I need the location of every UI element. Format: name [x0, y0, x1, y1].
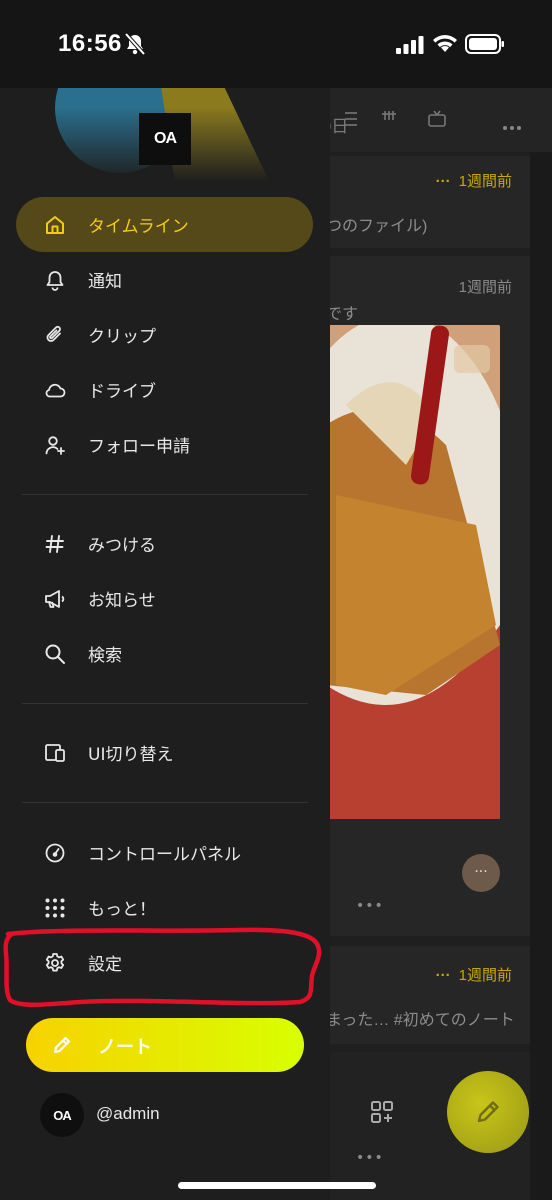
nav-item-label: 通知 — [88, 272, 122, 292]
divider — [22, 494, 308, 495]
note-time: ··· 1週間前 — [435, 967, 512, 984]
divider — [22, 703, 308, 704]
nav-item-label: 設定 — [88, 955, 122, 975]
account-username: @admin — [96, 1104, 160, 1123]
home-icon — [43, 213, 67, 237]
nav-item-search[interactable]: 検索 — [16, 626, 313, 681]
nav-item-label: タイムライン — [88, 217, 189, 237]
megaphone-icon — [43, 587, 67, 611]
navigation-drawer: OA タイムライン 通知 クリップ ドライブ フォロー申請 みつける お知らせ … — [0, 88, 330, 1200]
note-text: です — [326, 306, 359, 323]
nav-item-control-panel[interactable]: コントロールパネル — [16, 825, 313, 880]
nav-item-notifications[interactable]: 通知 — [16, 252, 313, 307]
nav-item-clips[interactable]: クリップ — [16, 307, 313, 362]
note-text: つのファイル) — [326, 218, 428, 235]
note-button-label: ノート — [98, 1037, 152, 1058]
hash-icon — [43, 532, 67, 556]
devices-icon — [43, 741, 67, 765]
grid-dots-icon — [43, 896, 67, 920]
nav-item-label: お知らせ — [88, 591, 156, 611]
list-icon[interactable] — [340, 110, 358, 132]
signal-icon — [396, 36, 424, 58]
tv-icon[interactable] — [428, 110, 446, 132]
search-icon — [43, 642, 67, 666]
battery-icon — [465, 34, 505, 58]
gauge-icon — [43, 841, 67, 865]
nav-item-announcements[interactable]: お知らせ — [16, 571, 313, 626]
divider — [22, 802, 308, 803]
pencil-icon — [53, 1036, 71, 1054]
bell-off-icon — [124, 32, 146, 60]
home-indicator[interactable] — [178, 1182, 376, 1189]
grid-plus-icon[interactable] — [370, 1100, 394, 1128]
note-time: 1週間前 — [458, 279, 512, 296]
nav-item-ui-switch[interactable]: UI切り替え — [16, 725, 313, 780]
nav-item-timeline[interactable]: タイムライン — [16, 197, 313, 252]
compose-fab[interactable] — [447, 1071, 529, 1153]
status-bar: 16:56 — [0, 0, 552, 88]
nav-item-more[interactable]: もっと！ — [16, 880, 313, 935]
antenna-icon[interactable] — [380, 110, 398, 132]
nav-item-settings[interactable]: 設定 — [16, 935, 313, 990]
bell-icon — [43, 268, 67, 292]
paperclip-icon — [43, 323, 67, 347]
note-time: ··· 1週間前 — [435, 173, 512, 190]
nav-item-explore[interactable]: みつける — [16, 516, 313, 571]
nav-item-label: みつける — [88, 536, 156, 556]
user-plus-icon — [43, 433, 67, 457]
nav-item-follow-requests[interactable]: フォロー申請 — [16, 417, 313, 472]
nav-item-label: コントロールパネル — [88, 845, 241, 865]
cloud-icon — [43, 378, 67, 402]
timeline-right-gutter — [530, 152, 552, 1200]
nav-item-label: クリップ — [88, 327, 156, 347]
account-button[interactable]: OA @admin — [40, 1093, 300, 1139]
avatar: OA — [40, 1093, 84, 1137]
photo-more-button[interactable]: ··· — [462, 854, 500, 892]
gear-icon — [43, 951, 67, 975]
instance-logo[interactable]: OA — [139, 113, 191, 165]
wifi-icon — [432, 34, 458, 58]
note-photo[interactable] — [326, 325, 500, 819]
nav-item-label: UI切り替え — [88, 745, 174, 765]
status-time: 16:56 — [58, 30, 122, 57]
more-icon[interactable]: ••• — [356, 898, 384, 914]
note-text: まった… #初めてのノート — [326, 1012, 515, 1029]
nav-item-label: 検索 — [88, 646, 122, 666]
nav-item-label: フォロー申請 — [88, 437, 190, 457]
note-button[interactable]: ノート — [26, 1018, 304, 1072]
more-icon[interactable] — [502, 116, 522, 135]
nav-item-label: ドライブ — [88, 382, 156, 402]
more-icon[interactable]: ••• — [356, 1150, 384, 1166]
nav-item-label: もっと！ — [88, 900, 156, 920]
nav-item-drive[interactable]: ドライブ — [16, 362, 313, 417]
